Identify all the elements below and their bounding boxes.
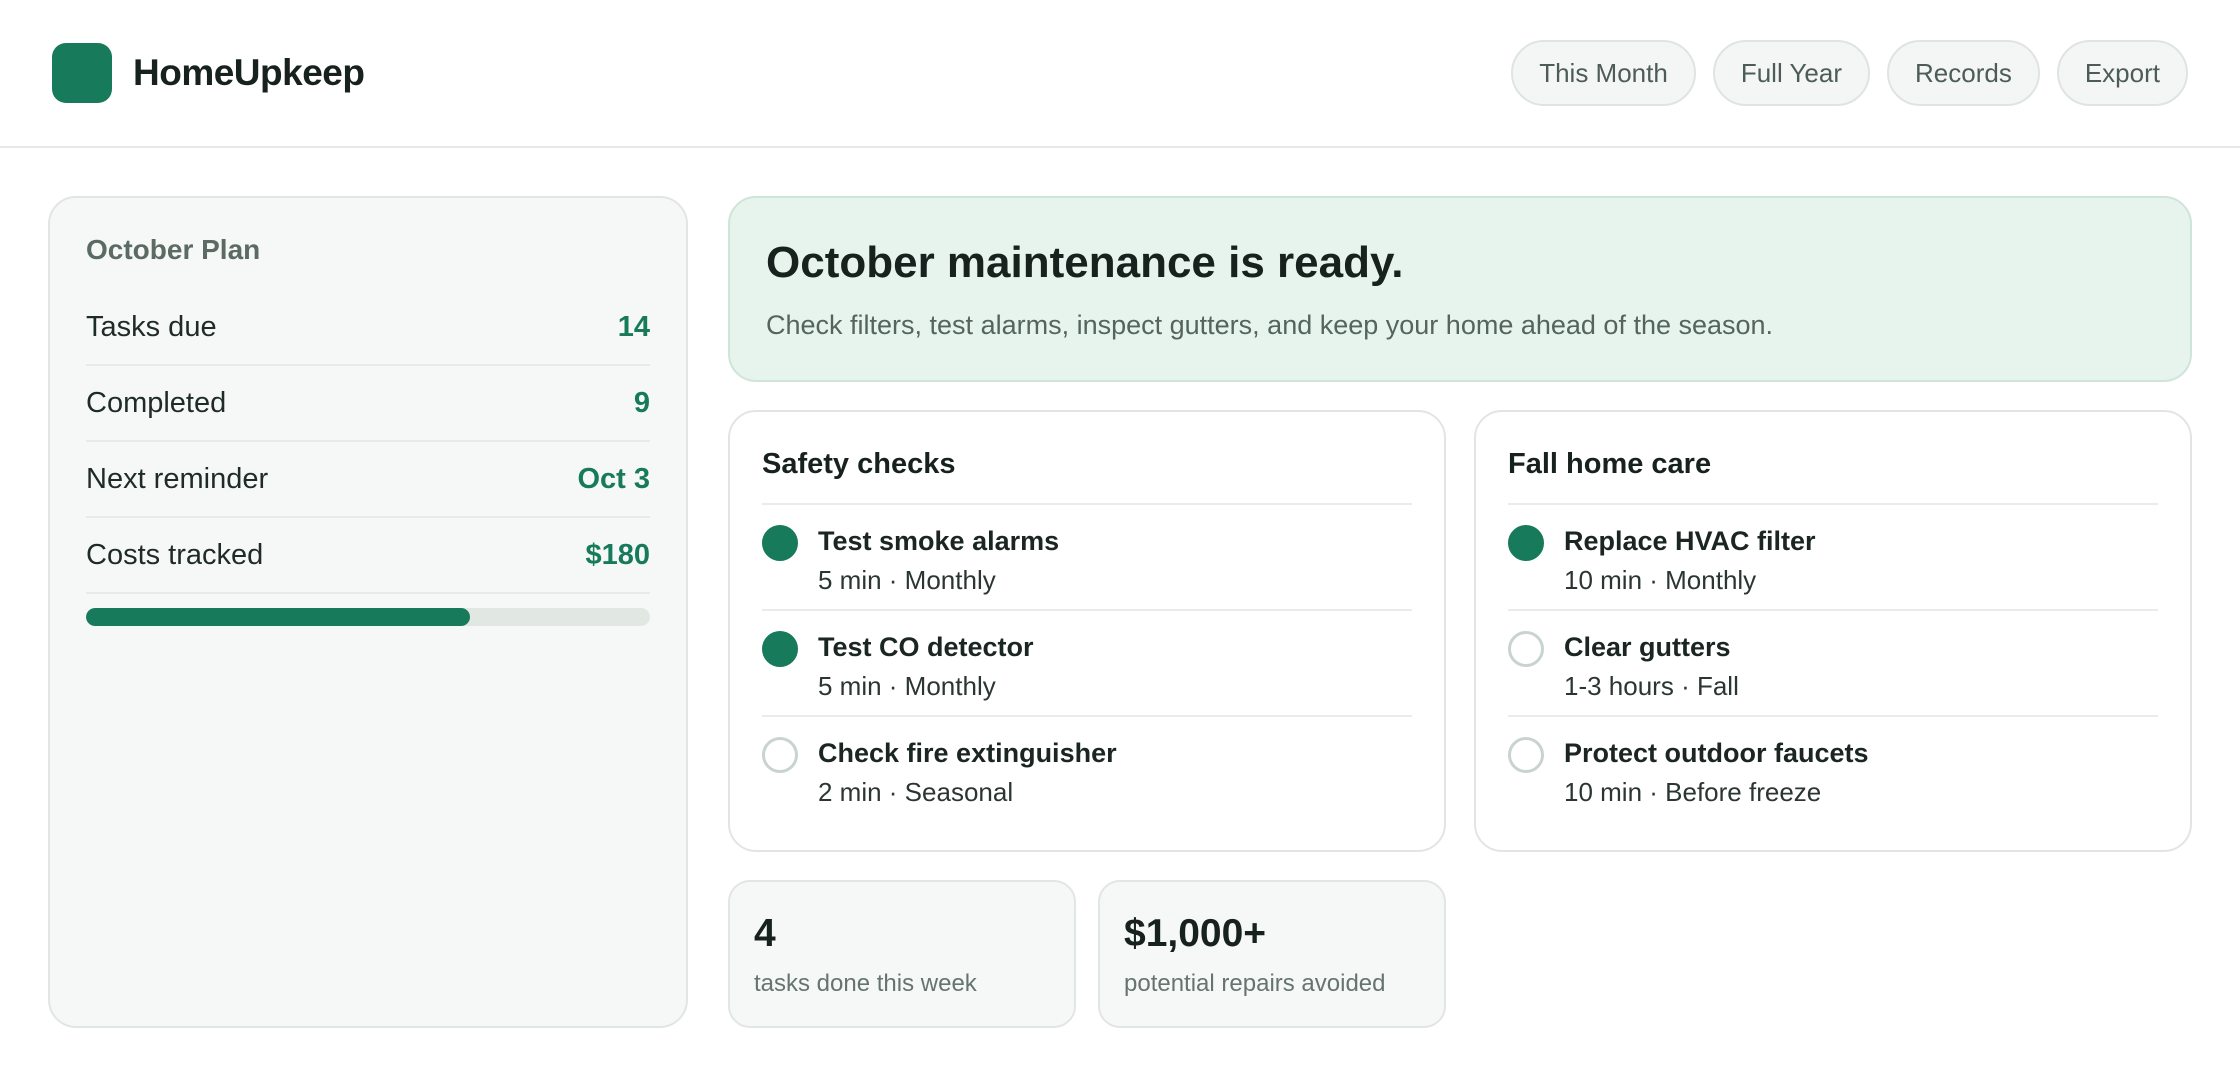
top-bar: HomeUpkeep This Month Full Year Records … [0,0,2240,148]
fall-home-care-card: Fall home care Replace HVAC filter 10 mi… [1474,410,2192,852]
task-name: Replace HVAC filter [1564,526,1816,556]
app-window: HomeUpkeep This Month Full Year Records … [0,0,2240,1076]
stat-value: 4 [754,912,776,955]
export-button[interactable]: Export [2056,40,2188,106]
plan-title: October Plan [86,234,261,265]
plan-summary-card: October Plan Tasks due 14 Completed 9 Ne… [48,196,688,1028]
task-checkbox[interactable] [1508,737,1544,773]
plan-row-value: 9 [633,386,650,419]
task-meta: 2 min · Seasonal [818,777,1014,807]
task-checkbox[interactable] [762,631,798,667]
task-name: Check fire extinguisher [818,738,1117,768]
task-name: Clear gutters [1564,632,1731,662]
task-name: Test CO detector [818,632,1034,662]
task-checkbox[interactable] [762,525,798,561]
task-name: Test smoke alarms [818,526,1060,556]
task-meta: 10 min · Monthly [1564,565,1757,595]
brand[interactable]: HomeUpkeep [52,43,365,103]
plan-row-label: Costs tracked [86,538,264,571]
plan-row-costs-tracked: Costs tracked $180 [86,518,650,594]
stat-label: potential repairs avoided [1124,970,1386,997]
task-meta: 5 min · Monthly [818,565,996,595]
task-checkbox[interactable] [762,737,798,773]
task-checkbox[interactable] [1508,631,1544,667]
plan-row-value: $180 [585,538,650,571]
safety-checks-card: Safety checks Test smoke alarms 5 min · … [728,410,1446,852]
plan-row-completed: Completed 9 [86,366,650,442]
plan-row-label: Completed [86,386,227,419]
task-item: Check fire extinguisher 2 min · Seasonal [762,717,1412,823]
task-item: Test smoke alarms 5 min · Monthly [762,505,1412,611]
task-item: Protect outdoor faucets 10 min · Before … [1508,717,2158,823]
plan-row-tasks-due: Tasks due 14 [86,290,650,366]
nav-records-button[interactable]: Records [1887,40,2040,106]
plan-progress-fill [86,608,470,626]
task-name: Protect outdoor faucets [1564,738,1869,768]
main-nav: This Month Full Year Records Export [1511,40,2188,106]
card-title: Fall home care [1508,448,2158,505]
task-item: Replace HVAC filter 10 min · Monthly [1508,505,2158,611]
stat-label: tasks done this week [754,970,977,997]
plan-row-label: Tasks due [86,310,217,343]
hero-banner: October maintenance is ready. Check filt… [728,196,2192,382]
task-meta: 10 min · Before freeze [1564,777,1822,807]
plan-row-next-reminder: Next reminder Oct 3 [86,442,650,518]
task-checkbox[interactable] [1508,525,1544,561]
task-item: Test CO detector 5 min · Monthly [762,611,1412,717]
hero-subtitle: Check filters, test alarms, inspect gutt… [766,310,1774,340]
hero-title: October maintenance is ready. [766,238,1404,287]
stat-value: $1,000+ [1124,912,1267,955]
plan-row-value: 14 [617,310,650,343]
card-title: Safety checks [762,448,1412,505]
nav-this-month-button[interactable]: This Month [1511,40,1696,106]
stat-repairs-avoided: $1,000+ potential repairs avoided [1098,880,1446,1028]
plan-row-label: Next reminder [86,462,269,495]
plan-progress-bar [86,608,650,626]
nav-full-year-button[interactable]: Full Year [1712,40,1871,106]
plan-row-value: Oct 3 [577,462,650,495]
app-logo-icon [52,43,112,103]
task-meta: 5 min · Monthly [818,671,996,701]
task-item: Clear gutters 1-3 hours · Fall [1508,611,2158,717]
task-meta: 1-3 hours · Fall [1564,671,1739,701]
app-name: HomeUpkeep [133,52,365,93]
stat-tasks-done: 4 tasks done this week [728,880,1076,1028]
